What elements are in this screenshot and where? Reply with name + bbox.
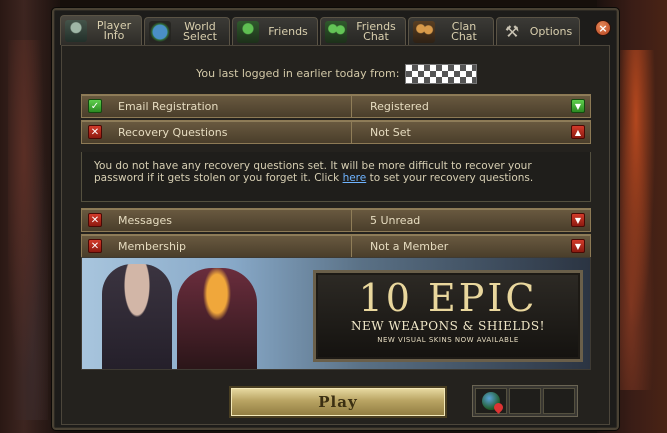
cross-icon: ✕ xyxy=(88,213,102,227)
recovery-questions-details: You do not have any recovery questions s… xyxy=(81,152,591,202)
tab-world-select[interactable]: World Select xyxy=(144,17,230,45)
background-left xyxy=(0,0,60,433)
row-label: Membership xyxy=(118,239,186,253)
tab-label: Options xyxy=(529,24,573,38)
collapse-arrow-icon[interactable]: ▲ xyxy=(571,125,585,139)
recovery-here-link[interactable]: here xyxy=(343,172,367,184)
friends-icon xyxy=(237,20,259,43)
row-value: Not Set xyxy=(370,125,411,139)
banner-plaque: 10 EPIC NEW WEAPONS & SHIELDS! NEW VISUA… xyxy=(313,270,583,362)
quick-slot-world[interactable] xyxy=(475,388,507,414)
row-membership[interactable]: ✕ Membership Not a Member ▼ xyxy=(81,234,591,258)
row-divider xyxy=(351,209,352,231)
tab-bar: Player Info World Select Friends Friends… xyxy=(60,15,608,45)
tab-options[interactable]: ⚒ Options xyxy=(496,17,580,45)
warrior-character-art xyxy=(177,268,257,369)
player-info-content: You last logged in earlier today from: ✓… xyxy=(61,45,610,425)
banner-tagline: NEW VISUAL SKINS NOW AVAILABLE xyxy=(377,336,519,344)
row-label: Email Registration xyxy=(118,99,219,113)
row-divider xyxy=(351,95,352,117)
tab-label: World Select xyxy=(183,19,217,43)
tab-friends[interactable]: Friends xyxy=(232,17,318,45)
tab-label: Friends xyxy=(268,24,308,38)
tab-label: Clan Chat xyxy=(451,19,477,43)
cross-icon: ✕ xyxy=(88,125,102,139)
tab-clan-chat[interactable]: Clan Chat xyxy=(408,17,494,45)
cross-icon: ✕ xyxy=(88,239,102,253)
row-value: Registered xyxy=(370,99,429,113)
check-icon: ✓ xyxy=(88,99,102,113)
close-button[interactable]: × xyxy=(595,20,611,36)
expand-arrow-icon[interactable]: ▼ xyxy=(571,99,585,113)
row-divider xyxy=(351,235,352,257)
recovery-note-text-end: to set your recovery questions. xyxy=(366,172,534,184)
hidden-ip-mask xyxy=(404,64,477,84)
expand-arrow-icon[interactable]: ▼ xyxy=(571,213,585,227)
tab-label: Player Info xyxy=(96,18,132,42)
play-button[interactable]: Play xyxy=(229,386,447,418)
banner-headline: 10 EPIC xyxy=(358,276,538,320)
row-email-registration[interactable]: ✓ Email Registration Registered ▼ xyxy=(81,94,591,118)
quick-slot-empty[interactable] xyxy=(509,388,541,414)
row-value: Not a Member xyxy=(370,239,449,253)
globe-icon xyxy=(482,392,500,410)
row-label: Messages xyxy=(118,213,172,227)
row-divider xyxy=(351,121,352,143)
player-icon xyxy=(65,19,87,42)
row-messages[interactable]: ✕ Messages 5 Unread ▼ xyxy=(81,208,591,232)
tab-label: Friends Chat xyxy=(356,19,396,43)
row-recovery-questions[interactable]: ✕ Recovery Questions Not Set ▲ xyxy=(81,120,591,144)
quick-slot-empty[interactable] xyxy=(543,388,575,414)
last-login-text: You last logged in earlier today from: xyxy=(196,67,400,80)
options-icon: ⚒ xyxy=(504,21,520,41)
banner-subheadline: NEW WEAPONS & SHIELDS! xyxy=(351,319,545,333)
background-art-left xyxy=(8,40,48,420)
row-label: Recovery Questions xyxy=(118,125,228,139)
account-panel: Player Info World Select Friends Friends… xyxy=(52,8,619,430)
quick-slot-tray xyxy=(472,385,578,417)
expand-arrow-icon[interactable]: ▼ xyxy=(571,239,585,253)
wizard-character-art xyxy=(102,264,172,369)
last-login-line: You last logged in earlier today from: xyxy=(62,64,611,84)
tab-friends-chat[interactable]: Friends Chat xyxy=(320,17,406,45)
clan-chat-icon xyxy=(413,20,435,43)
tab-player-info[interactable]: Player Info xyxy=(60,15,142,45)
promo-banner[interactable]: 10 EPIC NEW WEAPONS & SHIELDS! NEW VISUA… xyxy=(81,257,591,370)
world-icon xyxy=(149,20,171,43)
row-value: 5 Unread xyxy=(370,213,421,227)
friends-chat-icon xyxy=(325,20,347,43)
